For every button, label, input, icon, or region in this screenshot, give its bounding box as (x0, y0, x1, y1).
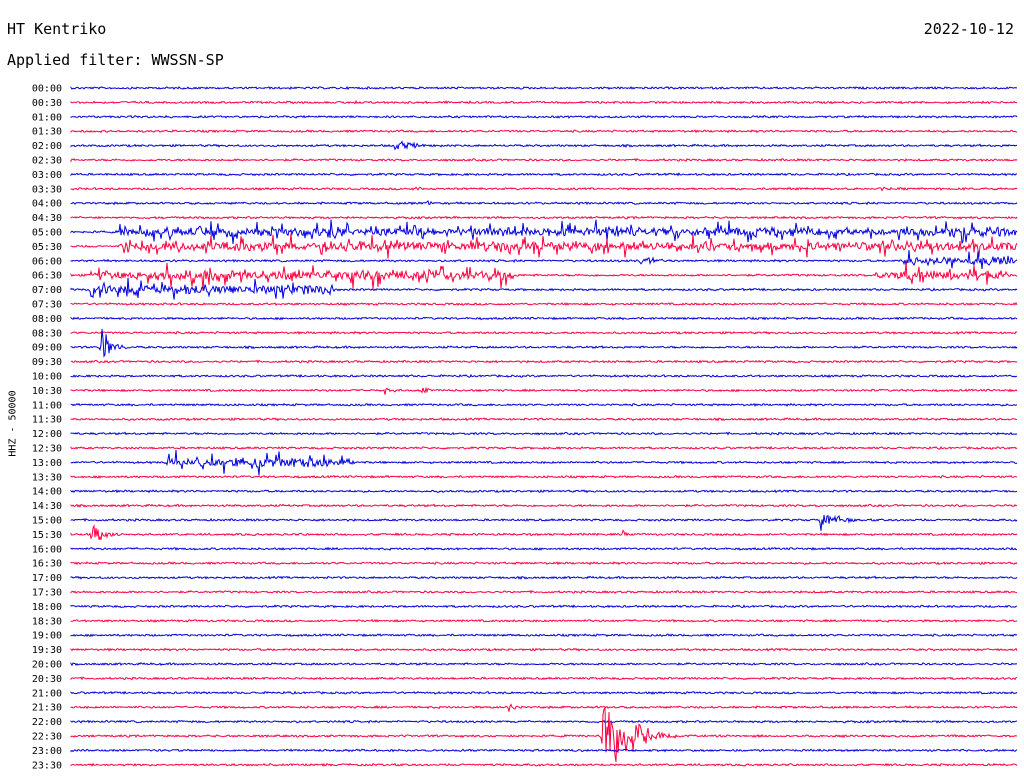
trace-line (70, 703, 1018, 712)
trace-line (70, 503, 1018, 508)
trace-line (70, 250, 1018, 269)
trace-line (70, 386, 1018, 395)
time-label: 21:00 (32, 688, 62, 699)
trace-line (70, 589, 1018, 595)
time-label: 21:30 (32, 703, 62, 714)
time-label: 20:30 (32, 674, 62, 685)
trace-line (70, 762, 1018, 767)
trace-line (70, 514, 1018, 531)
trace-line (70, 186, 1018, 192)
trace-line (70, 561, 1018, 566)
trace-line (70, 200, 1018, 206)
trace-line (70, 661, 1018, 667)
time-label: 16:30 (32, 559, 62, 570)
time-label: 17:30 (32, 588, 62, 599)
time-label: 18:00 (32, 602, 62, 613)
trace-line (70, 431, 1018, 436)
trace-line (70, 575, 1018, 580)
time-label: 22:30 (32, 732, 62, 743)
time-label: 12:30 (32, 444, 62, 455)
time-label: 08:00 (32, 314, 62, 325)
time-label: 05:00 (32, 228, 62, 239)
trace-line (70, 676, 1018, 681)
time-label: 06:00 (32, 256, 62, 267)
trace-line (70, 157, 1018, 163)
time-label: 15:00 (32, 516, 62, 527)
time-label: 23:30 (32, 760, 62, 771)
time-label: 09:30 (32, 357, 62, 368)
time-label: 02:30 (32, 156, 62, 167)
time-label: 11:30 (32, 415, 62, 426)
trace-line (70, 633, 1018, 638)
trace-line (70, 445, 1018, 451)
time-label: 13:30 (32, 472, 62, 483)
trace-line (70, 719, 1018, 724)
time-label: 08:30 (32, 328, 62, 339)
trace-line (70, 748, 1018, 753)
trace-line (70, 402, 1018, 407)
trace-line (70, 114, 1018, 119)
time-label: 11:00 (32, 400, 62, 411)
trace-line (70, 359, 1018, 364)
time-label: 03:00 (32, 170, 62, 181)
time-label: 23:00 (32, 746, 62, 757)
trace-line (70, 129, 1018, 134)
time-label: 13:00 (32, 458, 62, 469)
trace-line (70, 373, 1018, 379)
time-label: 17:00 (32, 573, 62, 584)
time-label: 07:30 (32, 300, 62, 311)
trace-line (70, 301, 1018, 307)
time-label: 01:30 (32, 127, 62, 138)
time-label: 12:00 (32, 429, 62, 440)
helicorder-plot: 00:00 00:30 01:00 01:30 02:00 02:30 03:00 03:30… (32, 84, 1018, 771)
trace-line (70, 618, 1018, 623)
time-label: 02:00 (32, 141, 62, 152)
time-label: 10:00 (32, 372, 62, 383)
time-label: 10:30 (32, 386, 62, 397)
trace-line (70, 417, 1018, 422)
trace-line (70, 277, 1018, 300)
trace-line (70, 546, 1018, 551)
time-label: 07:00 (32, 285, 62, 296)
time-label: 16:00 (32, 544, 62, 555)
time-label: 18:30 (32, 616, 62, 627)
time-label: 04:30 (32, 213, 62, 224)
trace-line (70, 489, 1018, 494)
trace-line (70, 140, 1018, 151)
trace-line (70, 330, 1018, 335)
time-label: 04:00 (32, 199, 62, 210)
time-label: 14:30 (32, 501, 62, 512)
trace-line (70, 316, 1018, 321)
trace-line (70, 647, 1018, 652)
time-label: 00:30 (32, 98, 62, 109)
trace-line (70, 604, 1018, 609)
time-label: 20:00 (32, 660, 62, 671)
trace-line (70, 85, 1018, 91)
time-label: 01:00 (32, 112, 62, 123)
trace-line (70, 706, 1018, 762)
trace-line (70, 215, 1018, 220)
time-label: 09:00 (32, 343, 62, 354)
time-label: 19:00 (32, 631, 62, 642)
time-label: 00:00 (32, 84, 62, 95)
time-label: 14:00 (32, 487, 62, 498)
trace-line (70, 474, 1018, 479)
trace-line (70, 172, 1018, 177)
trace-line (70, 99, 1018, 105)
time-label: 15:30 (32, 530, 62, 541)
trace-line (70, 449, 1018, 476)
trace-line (70, 523, 1018, 541)
time-label: 06:30 (32, 271, 62, 282)
time-label: 22:00 (32, 717, 62, 728)
time-label: 05:30 (32, 242, 62, 253)
time-label: 19:30 (32, 645, 62, 656)
time-label: 03:30 (32, 184, 62, 195)
trace-line (70, 233, 1018, 259)
trace-line (70, 690, 1018, 695)
